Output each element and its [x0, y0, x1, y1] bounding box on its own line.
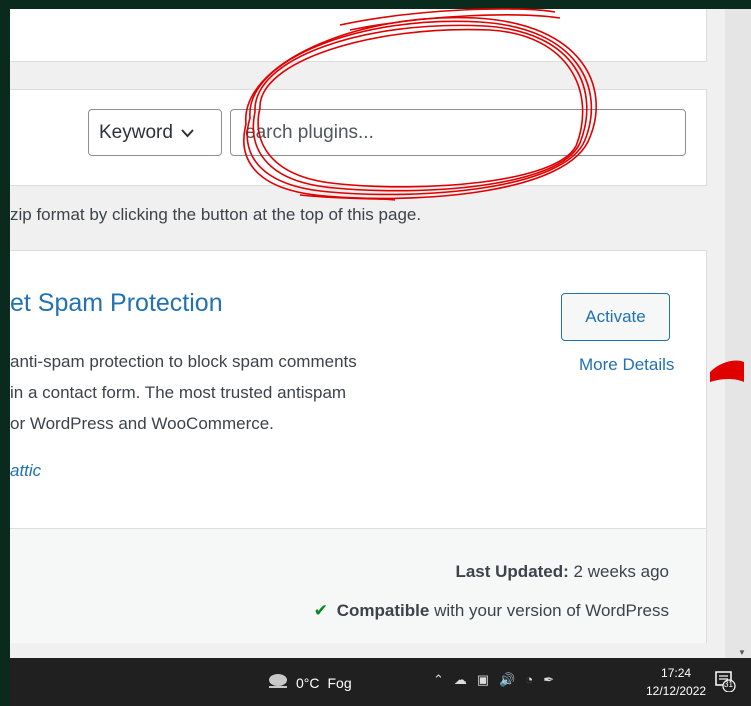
chevron-down-icon	[181, 125, 194, 141]
meet-now-icon[interactable]: ▣	[477, 672, 489, 688]
clock-date: 12/12/2022	[646, 684, 707, 698]
search-type-value: Keyword	[99, 121, 173, 143]
right-scroll-panel[interactable]	[725, 9, 751, 658]
last-updated: Last Updated: 2 weeks ago	[455, 562, 669, 582]
compatible-label: Compatible	[336, 601, 430, 620]
pen-icon[interactable]: ✒	[543, 672, 554, 688]
taskbar-clock[interactable]: 17:24 12/12/2022	[646, 664, 706, 700]
plugin-filter-bar: Keyword earch plugins...	[10, 89, 707, 186]
search-type-select[interactable]: Keyword	[88, 109, 222, 156]
plugin-description: anti-spam protection to block spam comme…	[10, 346, 480, 439]
scroll-down-arrow-icon[interactable]: ▼	[738, 648, 746, 657]
cloud-fog-icon	[266, 672, 290, 693]
speaker-icon[interactable]: 🔊	[499, 672, 515, 688]
plugin-author-link[interactable]: attic	[10, 461, 41, 481]
plugin-title[interactable]: et Spam Protection	[10, 289, 223, 318]
description-line: or WordPress and WooCommerce.	[10, 414, 274, 433]
compatible-text: with your version of WordPress	[434, 601, 669, 620]
checkmark-icon: ✔	[313, 601, 329, 620]
wordpress-admin-viewport: Keyword earch plugins... zip format by c…	[10, 9, 751, 658]
notification-count: 31	[724, 680, 733, 689]
more-details-link[interactable]: More Details	[579, 355, 674, 375]
search-placeholder: earch plugins...	[245, 121, 374, 143]
chevron-up-icon[interactable]: ⌃	[433, 672, 444, 688]
compatibility-status: ✔ Compatible with your version of WordPr…	[314, 601, 669, 621]
temperature: 0°C	[296, 674, 320, 691]
last-updated-label: Last Updated:	[455, 562, 569, 581]
description-line: in a contact form. The most trusted anti…	[10, 383, 347, 402]
search-plugins-input[interactable]: earch plugins...	[230, 109, 686, 156]
upload-note: zip format by clicking the button at the…	[10, 205, 422, 224]
wifi-icon[interactable]: ◔	[525, 672, 533, 688]
system-tray: ⌃ ☁ ▣ 🔊 ◔ ✒	[433, 672, 554, 688]
weather-condition: Fog	[327, 674, 352, 691]
weather-widget[interactable]: 0°C Fog	[266, 672, 352, 693]
plugin-card: et Spam Protection anti-spam protection …	[10, 250, 707, 643]
description-line: anti-spam protection to block spam comme…	[10, 352, 357, 371]
notification-icon[interactable]: 31	[714, 670, 736, 693]
top-panel	[10, 9, 707, 62]
clock-time: 17:24	[661, 666, 692, 680]
windows-taskbar: 0°C Fog ⌃ ☁ ▣ 🔊 ◔ ✒ 17:24 12/12/2022 31	[10, 658, 751, 706]
activate-button[interactable]: Activate	[561, 293, 670, 341]
plugin-card-footer: Last Updated: 2 weeks ago ✔ Compatible w…	[10, 528, 706, 643]
last-updated-value: 2 weeks ago	[573, 562, 669, 581]
cloud-icon[interactable]: ☁	[454, 672, 467, 688]
